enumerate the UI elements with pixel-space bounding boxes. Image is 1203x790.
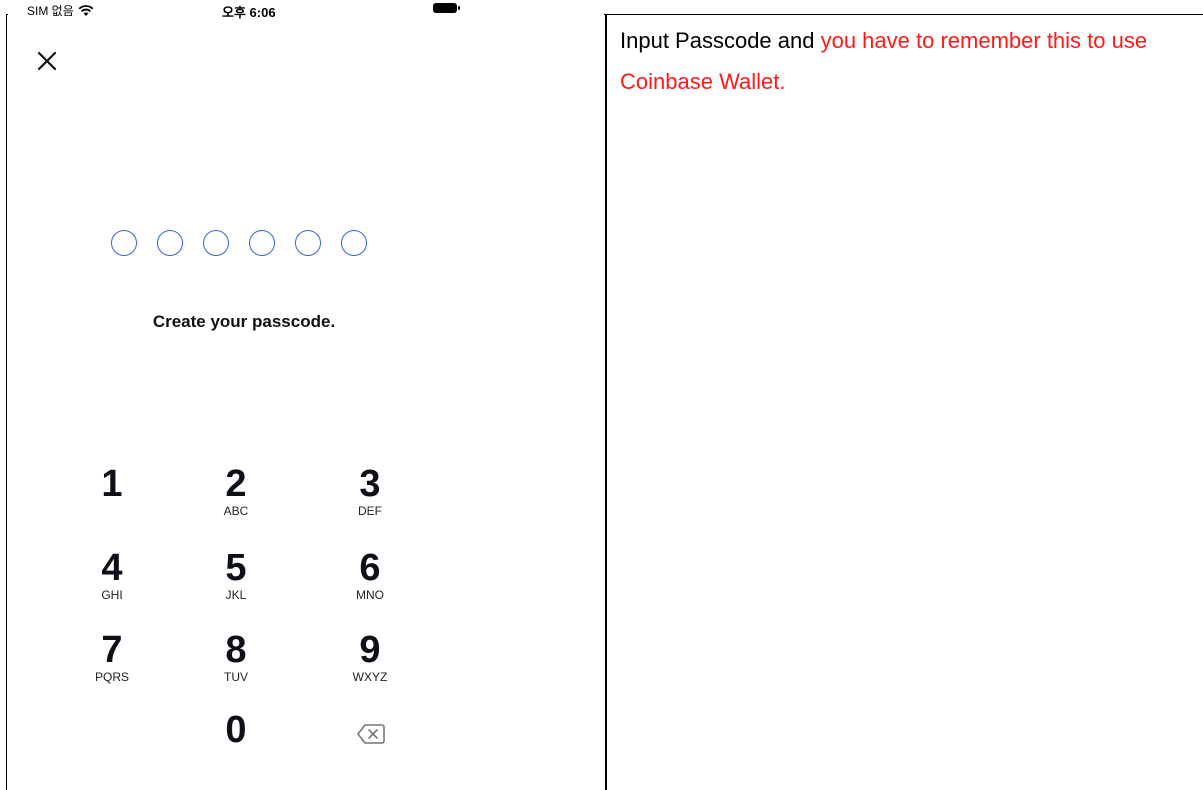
key-4[interactable]: 4 GHI [72,548,152,602]
passcode-dot [249,230,275,256]
key-number: 2 [225,463,247,505]
battery-icon [433,3,457,13]
key-5[interactable]: 5 JKL [196,548,276,602]
key-number: 4 [101,547,123,589]
key-letters: GHI [101,588,123,602]
passcode-dot [157,230,183,256]
status-time: 오후 6:06 [222,5,276,20]
key-1[interactable]: 1 [72,464,152,504]
key-number: 0 [225,709,247,751]
passcode-dot [203,230,229,256]
key-number: 5 [225,547,247,589]
battery-tip [458,6,460,10]
phone-screenshot: SIM 없음 오후 6:06 Create your passcode. 1 2… [8,0,604,790]
carrier-label: SIM 없음 [27,4,74,18]
key-letters: DEF [358,504,382,518]
note-text: Input Passcode and [620,28,821,53]
wifi-icon [78,4,94,16]
table-divider [605,14,607,790]
passcode-dot [295,230,321,256]
key-letters: ABC [223,504,249,518]
backspace-icon[interactable] [356,722,386,746]
close-icon[interactable] [36,50,58,72]
key-9[interactable]: 9 WXYZ [330,630,410,684]
key-0[interactable]: 0 [196,710,276,750]
status-bar: SIM 없음 오후 6:06 [8,0,473,20]
key-letters: MNO [356,588,384,602]
key-letters: JKL [225,588,247,602]
key-6[interactable]: 6 MNO [330,548,410,602]
passcode-dot [111,230,137,256]
key-7[interactable]: 7 PQRS [72,630,152,684]
status-carrier: SIM 없음 [27,2,94,19]
key-8[interactable]: 8 TUV [196,630,276,684]
passcode-dot [341,230,367,256]
instruction-note: Input Passcode and you have to remember … [620,20,1195,102]
key-3[interactable]: 3 DEF [330,464,410,518]
key-number: 7 [101,629,123,671]
passcode-prompt: Create your passcode. [152,312,336,331]
key-letters: WXYZ [352,670,388,684]
passcode-dots [111,230,367,256]
key-2[interactable]: 2 ABC [196,464,276,518]
key-number: 3 [359,463,381,505]
key-letters: TUV [224,670,248,684]
key-number: 6 [359,547,381,589]
key-letters: PQRS [94,670,129,684]
key-number: 1 [101,463,123,505]
key-number: 9 [359,629,381,671]
key-number: 8 [225,629,247,671]
